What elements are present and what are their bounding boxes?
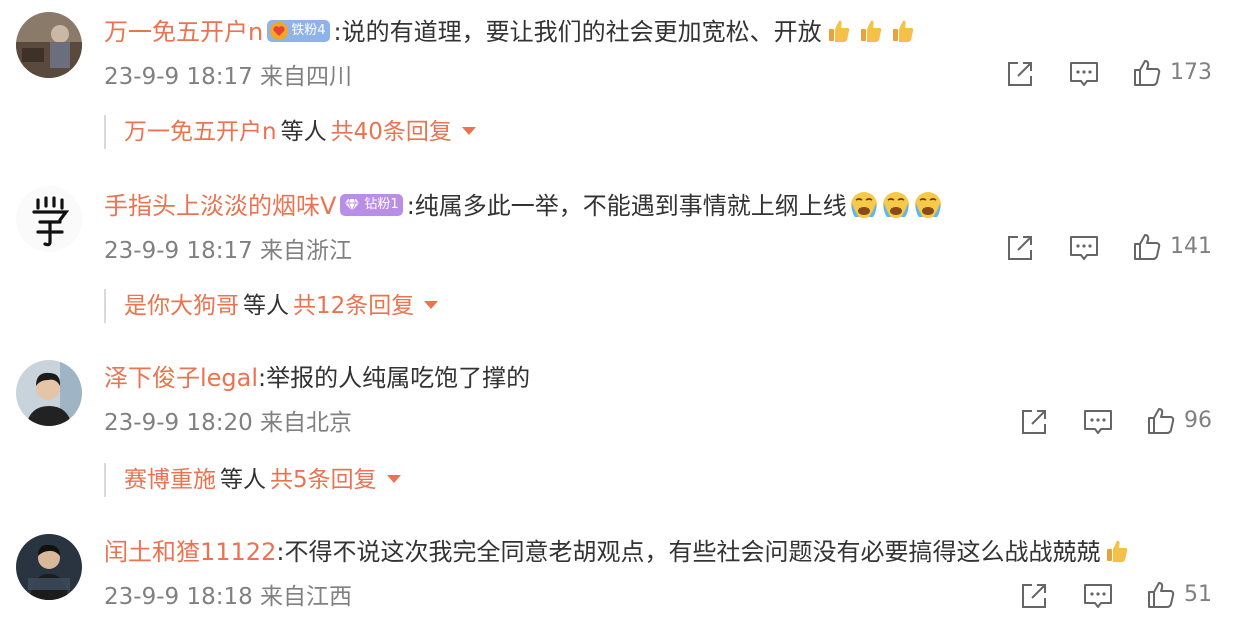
fan-badge[interactable]: 钻粉1	[340, 194, 403, 216]
share-icon	[1022, 584, 1046, 608]
share-button[interactable]	[1018, 580, 1050, 612]
username-link[interactable]: 万一免五开户n	[104, 18, 263, 46]
comment-item: 手指头上淡淡的烟味V 钻粉1:纯属多此一举，不能遇到事情就上纲上线 23-9-9 …	[0, 170, 1248, 346]
username-link[interactable]: 手指头上淡淡的烟味V	[104, 192, 336, 220]
caret-down-icon[interactable]	[386, 474, 401, 483]
share-icon	[1008, 236, 1032, 260]
fan-badge[interactable]: 铁粉4	[267, 20, 330, 42]
thumbs-up-emoji	[888, 16, 918, 46]
thumbs-up-icon	[1134, 234, 1161, 260]
comment-button[interactable]	[1068, 232, 1100, 264]
diamond-icon	[345, 198, 360, 212]
comment-line: 泽下俊子legal:举报的人纯属吃饱了撑的	[104, 362, 530, 394]
comment-line: 闰土和猹11122:不得不说这次我完全同意老胡观点，有些社会问题没有必要搞得这么…	[104, 536, 1132, 568]
reply-etc: 等人	[220, 467, 266, 493]
like-button[interactable]: 51	[1146, 580, 1212, 610]
action-bar: 173	[0, 58, 1248, 94]
reply-summary[interactable]: 万一免五开户n 等人 共40条回复	[104, 115, 476, 149]
reply-summary[interactable]: 是你大狗哥 等人 共12条回复	[104, 289, 439, 323]
caret-down-icon[interactable]	[424, 300, 439, 309]
badge-label: 钻粉1	[364, 197, 399, 212]
heart-icon	[270, 22, 289, 40]
comment-button[interactable]	[1082, 580, 1114, 612]
share-icon	[1008, 62, 1032, 86]
share-button[interactable]	[1004, 58, 1036, 90]
action-bar: 141	[0, 232, 1248, 268]
comment-item: 闰土和猹11122:不得不说这次我完全同意老胡观点，有些社会问题没有必要搞得这么…	[0, 522, 1248, 632]
reply-count-link[interactable]: 共12条回复	[293, 293, 414, 319]
thumbs-up-emoji	[1102, 536, 1132, 566]
comment-icon	[1084, 410, 1112, 434]
reply-users[interactable]: 赛博重施	[124, 467, 216, 493]
reply-etc: 等人	[280, 119, 327, 145]
comment-text: :纯属多此一举，不能遇到事情就上纲上线	[406, 192, 847, 220]
comment-line: 手指头上淡淡的烟味V 钻粉1 :纯属多此一举，不能遇到事情就上纲上线	[104, 190, 943, 222]
comment-text: :说的有道理，要让我们的社会更加宽松、开放	[333, 18, 822, 46]
share-icon	[1022, 410, 1046, 434]
like-button[interactable]: 96	[1146, 406, 1212, 436]
reply-count-link[interactable]: 共5条回复	[270, 467, 377, 493]
like-count: 141	[1170, 234, 1212, 259]
comment-text: :不得不说这次我完全同意老胡观点，有些社会问题没有必要搞得这么战战兢兢	[276, 538, 1101, 566]
thumbs-up-icon	[1134, 60, 1161, 86]
reply-users[interactable]: 万一免五开户n	[124, 119, 277, 145]
reply-count-link[interactable]: 共40条回复	[331, 119, 452, 145]
comment-button[interactable]	[1082, 406, 1114, 438]
like-button[interactable]: 173	[1132, 58, 1212, 88]
action-bar: 51	[0, 580, 1248, 616]
reply-summary[interactable]: 赛博重施 等人 共5条回复	[104, 463, 401, 497]
crying-emoji	[849, 190, 879, 220]
like-button[interactable]: 141	[1132, 232, 1212, 262]
reply-etc: 等人	[243, 293, 289, 319]
thumbs-up-emoji	[856, 16, 886, 46]
thumbs-up-emoji	[824, 16, 854, 46]
comment-text: :举报的人纯属吃饱了撑的	[258, 364, 531, 392]
username-link[interactable]: 闰土和猹11122	[104, 538, 276, 566]
comment-icon	[1084, 584, 1112, 608]
caret-down-icon[interactable]	[461, 126, 476, 135]
badge-label: 铁粉4	[291, 23, 326, 38]
like-count: 51	[1184, 582, 1212, 607]
like-count: 173	[1170, 60, 1212, 85]
comment-button[interactable]	[1068, 58, 1100, 90]
comment-line: 万一免五开户n 铁粉4 :说的有道理，要让我们的社会更加宽松、开放	[104, 16, 918, 48]
like-count: 96	[1184, 408, 1212, 433]
share-button[interactable]	[1004, 232, 1036, 264]
action-bar: 96	[0, 406, 1248, 442]
comment-icon	[1070, 236, 1098, 260]
reply-users[interactable]: 是你大狗哥	[124, 293, 239, 319]
comment-item: 泽下俊子legal:举报的人纯属吃饱了撑的 23-9-9 18:20 来自北京 …	[0, 346, 1248, 522]
thumbs-up-icon	[1148, 582, 1175, 608]
crying-emoji	[881, 190, 911, 220]
crying-emoji	[913, 190, 943, 220]
comment-item: 万一免五开户n 铁粉4:说的有道理，要让我们的社会更加宽松、开放 23-9-9 1…	[0, 0, 1248, 170]
share-button[interactable]	[1018, 406, 1050, 438]
username-link[interactable]: 泽下俊子legal	[104, 364, 258, 392]
comment-icon	[1070, 62, 1098, 86]
thumbs-up-icon	[1148, 408, 1175, 434]
